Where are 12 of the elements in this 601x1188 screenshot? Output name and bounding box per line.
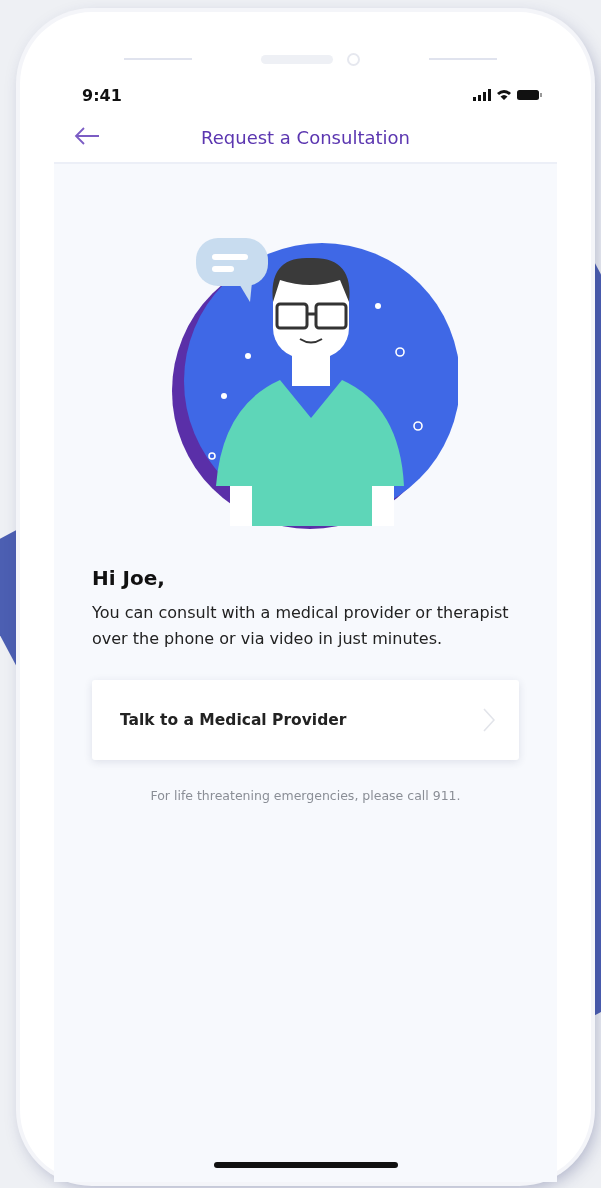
talk-to-provider-button[interactable]: Talk to a Medical Provider <box>92 680 519 760</box>
screen-title: Request a Consultation <box>201 126 410 148</box>
back-arrow-icon <box>74 126 100 146</box>
wifi-icon <box>496 89 512 101</box>
signal-icon <box>473 89 491 101</box>
emergency-note: For life threatening emergencies, please call 911. <box>149 788 462 803</box>
chevron-right-icon <box>483 708 495 732</box>
greeting-heading: Hi Joe, <box>92 566 166 590</box>
status-time: 9:41 <box>82 85 122 105</box>
intro-text: You can consult with a medical provider or therapist over the phone or via video in just minutes. <box>92 602 510 650</box>
battery-icon <box>517 89 543 101</box>
camera-icon <box>347 52 360 66</box>
